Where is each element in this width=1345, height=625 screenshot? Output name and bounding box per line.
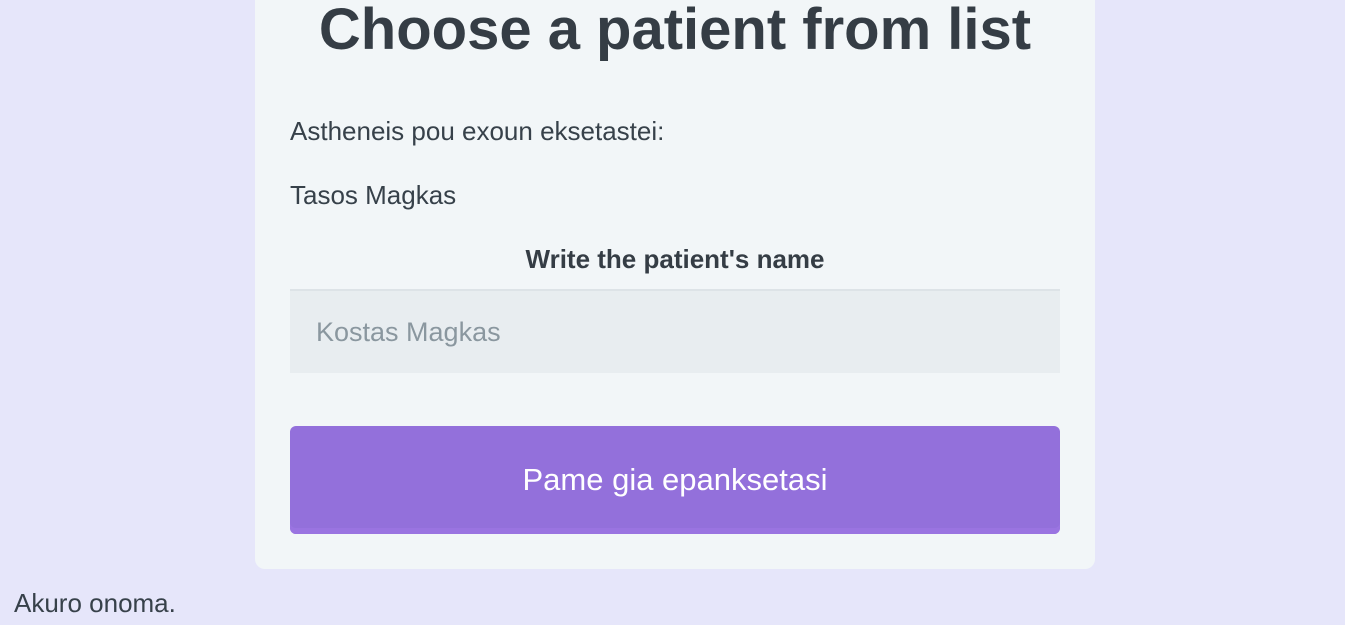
patient-name-input[interactable] (290, 289, 1060, 373)
patient-list-item: Tasos Magkas (290, 180, 457, 210)
patient-name-field-label: Write the patient's name (525, 244, 825, 274)
reexamination-submit-button[interactable]: Pame gia epanksetasi (290, 426, 1060, 534)
page-title: Choose a patient from list (318, 0, 1032, 62)
examined-patients-label: Astheneis pou exoun eksetastei: (290, 116, 665, 146)
patient-selection-card: Choose a patient from list Astheneis pou… (255, 0, 1095, 569)
validation-error-message: Akuro onoma. (14, 588, 176, 618)
